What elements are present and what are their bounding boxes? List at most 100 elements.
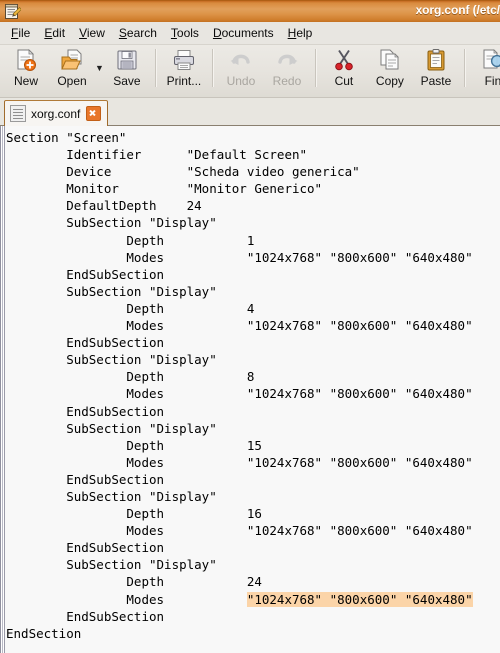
code-line-text: Depth 16 xyxy=(6,506,262,522)
code-line: Depth 1 xyxy=(6,232,500,249)
toolbar-separator-2 xyxy=(211,49,213,87)
code-line: Depth 24 xyxy=(6,573,500,590)
tab-xorg-conf[interactable]: xorg.conf xyxy=(4,100,109,126)
code-line-text: EndSubSection xyxy=(6,608,165,624)
new-button[interactable]: New xyxy=(3,45,49,88)
menu-bar: File Edit View Search Tools Documents He… xyxy=(0,22,500,45)
menu-help[interactable]: Help xyxy=(281,24,320,42)
code-line: Depth 15 xyxy=(6,437,500,454)
code-line-text: SubSection "Display" xyxy=(6,557,217,573)
find-magnifier-icon xyxy=(481,48,500,72)
code-line-text: Depth 1 xyxy=(6,232,255,248)
save-button[interactable]: Save xyxy=(104,45,150,88)
gedit-icon xyxy=(4,3,22,20)
window-titlebar[interactable]: xorg.conf (/etc/ xyxy=(0,0,500,22)
code-line-text: EndSubSection xyxy=(6,471,165,487)
gedit-window: xorg.conf (/etc/ File Edit View Search T… xyxy=(0,0,500,653)
code-line-text: SubSection "Display" xyxy=(6,488,217,504)
menu-tools[interactable]: Tools xyxy=(164,24,206,42)
redo-label: Redo xyxy=(272,74,302,88)
undo-button[interactable]: Undo xyxy=(218,45,264,88)
editor-area: Section "Screen" Identifier "Default Scr… xyxy=(0,126,500,653)
code-line-text: EndSubSection xyxy=(6,403,165,419)
undo-arrow-icon xyxy=(229,48,253,72)
code-line-text: SubSection "Display" xyxy=(6,352,217,368)
code-line: Depth 16 xyxy=(6,505,500,522)
copy-pages-icon xyxy=(378,48,402,72)
selected-text: "1024x768" "800x600" "640x480" xyxy=(246,591,473,607)
code-line-text: Modes "1024x768" "800x600" "640x480" xyxy=(6,523,473,539)
menu-file[interactable]: File xyxy=(4,24,37,42)
code-line: EndSubSection xyxy=(6,539,500,556)
menu-documents[interactable]: Documents xyxy=(206,24,281,42)
code-line-text: Device "Scheda video generica" xyxy=(6,164,360,180)
code-line-text: Modes "1024x768" "800x600" "640x480" xyxy=(6,318,473,334)
scissors-icon xyxy=(332,48,356,72)
redo-arrow-icon xyxy=(275,48,299,72)
code-line-text: Modes "1024x768" "800x600" "640x480" xyxy=(6,386,473,402)
code-line: SubSection "Display" xyxy=(6,283,500,300)
code-line-text: Depth 4 xyxy=(6,300,255,316)
tab-close-icon[interactable] xyxy=(86,106,102,121)
code-line: SubSection "Display" xyxy=(6,556,500,573)
code-line: EndSubSection xyxy=(6,471,500,488)
new-label: New xyxy=(13,74,38,88)
code-line: EndSubSection xyxy=(6,334,500,351)
open-label: Open xyxy=(57,74,87,88)
copy-button[interactable]: Copy xyxy=(367,45,413,88)
paste-label: Paste xyxy=(420,74,452,88)
text-document-icon xyxy=(10,105,26,122)
code-line-text: Section "Screen" xyxy=(6,130,127,145)
code-text-view[interactable]: Section "Screen" Identifier "Default Scr… xyxy=(5,126,500,653)
toolbar: New Open ▼ Save Print... Undo Redo Cut C… xyxy=(0,45,500,98)
code-line-text: Modes "1024x768" "800x600" "640x480" xyxy=(6,454,473,470)
code-line: Depth 4 xyxy=(6,300,500,317)
menu-view[interactable]: View xyxy=(72,24,112,42)
code-line: Section "Screen" xyxy=(6,129,500,146)
floppy-disk-icon xyxy=(115,48,139,72)
open-button[interactable]: Open xyxy=(49,45,95,88)
code-line: Modes "1024x768" "800x600" "640x480" xyxy=(6,454,500,471)
code-line-text: Identifier "Default Screen" xyxy=(6,147,308,163)
menu-search[interactable]: Search xyxy=(112,24,164,42)
code-line-text: SubSection "Display" xyxy=(6,283,217,299)
menu-edit[interactable]: Edit xyxy=(37,24,72,42)
paste-button[interactable]: Paste xyxy=(413,45,459,88)
print-button[interactable]: Print... xyxy=(161,45,207,88)
toolbar-separator-4 xyxy=(463,49,465,87)
code-line: EndSubSection xyxy=(6,403,500,420)
code-line: Modes "1024x768" "800x600" "640x480" xyxy=(6,317,500,334)
code-line: EndSubSection xyxy=(6,266,500,283)
redo-button[interactable]: Redo xyxy=(264,45,310,88)
new-document-icon xyxy=(14,48,38,72)
undo-label: Undo xyxy=(226,74,256,88)
code-line-text: EndSection xyxy=(6,625,82,641)
code-line: Modes "1024x768" "800x600" "640x480" xyxy=(6,591,500,608)
code-line-text: DefaultDepth 24 xyxy=(6,198,202,214)
code-line: SubSection "Display" xyxy=(6,351,500,368)
find-label: Fin xyxy=(484,74,500,88)
toolbar-separator-1 xyxy=(154,49,156,87)
code-line: Modes "1024x768" "800x600" "640x480" xyxy=(6,385,500,402)
tab-bar: xorg.conf xyxy=(0,98,500,126)
window-title: xorg.conf (/etc/ xyxy=(415,3,500,17)
code-line: Modes "1024x768" "800x600" "640x480" xyxy=(6,522,500,539)
code-line-text: EndSubSection xyxy=(6,335,165,351)
code-line: SubSection "Display" xyxy=(6,488,500,505)
cut-button[interactable]: Cut xyxy=(321,45,367,88)
code-line: Modes "1024x768" "800x600" "640x480" xyxy=(6,249,500,266)
code-line-text: Monitor "Monitor Generico" xyxy=(6,181,323,197)
code-line-text: SubSection "Display" xyxy=(6,420,217,436)
code-line-text: Modes xyxy=(6,591,247,607)
tab-label: xorg.conf xyxy=(31,106,81,121)
code-line-text: Depth 8 xyxy=(6,369,255,385)
save-label: Save xyxy=(113,74,141,88)
find-button[interactable]: Fin xyxy=(470,45,500,88)
code-line: Monitor "Monitor Generico" xyxy=(6,180,500,197)
code-line: SubSection "Display" xyxy=(6,214,500,231)
code-line: Identifier "Default Screen" xyxy=(6,146,500,163)
print-label: Print... xyxy=(166,74,202,88)
code-line: Device "Scheda video generica" xyxy=(6,163,500,180)
code-line-text: EndSubSection xyxy=(6,266,165,282)
open-dropdown-chevron-down-icon[interactable]: ▼ xyxy=(95,63,104,73)
